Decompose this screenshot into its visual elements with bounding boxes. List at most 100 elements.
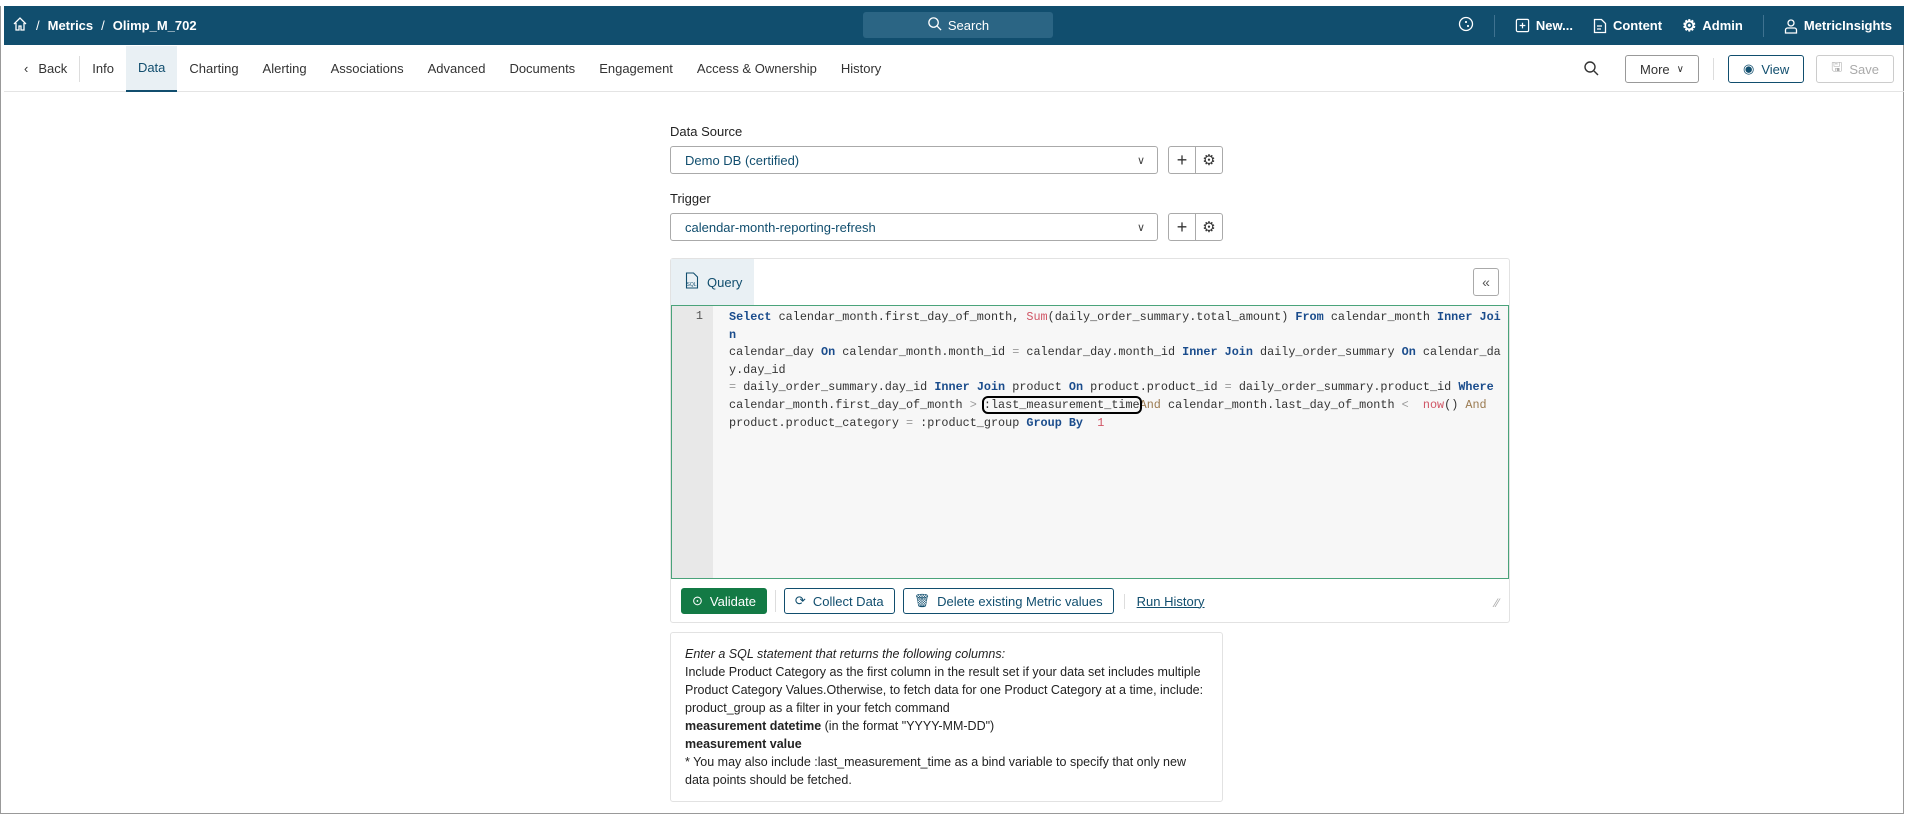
sql-token: On xyxy=(1068,380,1084,395)
collect-data-label: Collect Data xyxy=(812,593,884,609)
help-note: * You may also include :last_measurement… xyxy=(685,755,1186,787)
breadcrumb-metrics[interactable]: Metrics xyxy=(48,18,94,33)
tab-info[interactable]: Info xyxy=(80,46,126,92)
sql-token: calendar_month.month_id xyxy=(842,345,1013,360)
view-button[interactable]: ◉ View xyxy=(1727,55,1805,83)
sql-token: Where xyxy=(1458,380,1494,395)
sql-editor[interactable]: 1 Select calendar_month.first_day_of_mon… xyxy=(671,305,1509,579)
divider xyxy=(1762,14,1764,37)
document-icon xyxy=(1593,18,1607,33)
sql-token: Sum xyxy=(1026,310,1048,324)
divider xyxy=(774,590,776,612)
gear-icon: ⚙ xyxy=(1682,17,1697,35)
chevron-down-icon: ∨ xyxy=(1676,63,1684,75)
divider xyxy=(1493,14,1495,37)
breadcrumb-separator: / xyxy=(36,18,40,33)
sql-token: product.product_category xyxy=(729,415,899,430)
validate-label: Validate xyxy=(709,593,756,609)
data-source-actions: + ⚙ xyxy=(1168,146,1223,174)
back-button[interactable]: ‹ Back xyxy=(4,55,81,82)
admin-button[interactable]: ⚙ Admin xyxy=(1682,16,1743,36)
sql-token: Group By xyxy=(1026,415,1084,430)
validate-button[interactable]: ⊙ Validate xyxy=(681,588,767,614)
sql-token: (daily_order_summary.total_amount) xyxy=(1047,310,1296,324)
add-data-source-button[interactable]: + xyxy=(1169,147,1195,173)
sql-token: On xyxy=(1401,345,1416,360)
sql-token: () xyxy=(1444,397,1466,412)
sql-token: = xyxy=(729,380,737,395)
sql-token: = xyxy=(1224,380,1232,395)
tab-history[interactable]: History xyxy=(829,46,893,92)
content-label: Content xyxy=(1612,18,1663,33)
add-trigger-button[interactable]: + xyxy=(1169,214,1195,240)
new-label: New... xyxy=(1535,18,1573,33)
save-button[interactable]: 🖫 Save xyxy=(1816,55,1894,83)
tab-charting[interactable]: Charting xyxy=(177,46,250,92)
sql-token: daily_order_summary.product_id xyxy=(1238,380,1459,395)
tab-engagement[interactable]: Engagement xyxy=(587,46,685,92)
run-history-link[interactable]: Run History xyxy=(1123,593,1205,609)
sql-token: = xyxy=(905,415,914,430)
chevron-down-icon: ∨ xyxy=(1136,221,1145,234)
sql-token: Select xyxy=(729,310,772,324)
line-numbers: 1 xyxy=(672,306,713,578)
top-header: / Metrics / Olimp_M_702 Search New... Co… xyxy=(4,6,1904,45)
admin-label: Admin xyxy=(1702,18,1743,33)
trigger-value: calendar-month-reporting-refresh xyxy=(685,219,876,235)
new-button[interactable]: New... xyxy=(1515,18,1573,33)
search-button[interactable]: Search xyxy=(863,12,1053,38)
sql-code[interactable]: Select calendar_month.first_day_of_month… xyxy=(729,309,1504,432)
home-icon[interactable] xyxy=(12,16,28,35)
tab-query[interactable]: SQL Query xyxy=(671,259,754,305)
data-source-settings-button[interactable]: ⚙ xyxy=(1195,147,1222,173)
save-icon: 🖫 xyxy=(1831,59,1843,74)
tab-bar: ‹ Back Info Data Charting Alerting Associ… xyxy=(4,45,1904,92)
tab-access-ownership[interactable]: Access & Ownership xyxy=(685,46,829,92)
line-number: 1 xyxy=(695,309,703,323)
breadcrumb-current: Olimp_M_702 xyxy=(112,18,197,33)
tab-alerting[interactable]: Alerting xyxy=(251,46,319,92)
sql-help-box: Enter a SQL statement that returns the f… xyxy=(670,632,1223,802)
tab-data[interactable]: Data xyxy=(125,45,178,92)
trigger-settings-button[interactable]: ⚙ xyxy=(1195,214,1222,240)
back-label: Back xyxy=(38,61,68,76)
sql-token: product.product_id xyxy=(1090,380,1225,395)
query-panel: SQL Query « 1 Select calendar_month.first… xyxy=(670,258,1510,623)
help-datetime: measurement datetime (in the format "YYY… xyxy=(685,717,1208,735)
collect-data-button[interactable]: ⟳ Collect Data xyxy=(783,588,895,614)
sql-token: calendar_month.last_day_of_month xyxy=(1167,397,1402,412)
help-line: Include Product Category as the first co… xyxy=(685,665,1204,715)
chevron-left-icon: ‹ xyxy=(24,61,29,76)
search-label: Search xyxy=(947,17,990,33)
sql-token: And xyxy=(1465,397,1487,412)
sql-file-icon: SQL xyxy=(685,272,699,292)
sql-token: = xyxy=(1012,345,1020,360)
search-icon xyxy=(927,16,942,34)
delete-metric-values-button[interactable]: 🗑 Delete existing Metric values xyxy=(902,588,1114,614)
more-label: More xyxy=(1640,61,1670,77)
refresh-icon: ⟳ xyxy=(794,593,806,608)
data-source-label: Data Source xyxy=(670,124,743,139)
sql-token: On xyxy=(821,345,836,360)
assistant-icon[interactable] xyxy=(1458,16,1474,35)
data-source-select[interactable]: Demo DB (certified) ∨ xyxy=(670,146,1158,174)
tab-associations[interactable]: Associations xyxy=(319,46,416,92)
trigger-select[interactable]: calendar-month-reporting-refresh ∨ xyxy=(670,213,1158,241)
help-datetime-rest: (in the format "YYYY-MM-DD") xyxy=(821,719,995,733)
help-datetime-bold: measurement datetime xyxy=(685,719,822,733)
tab-advanced[interactable]: Advanced xyxy=(416,46,498,92)
content-button[interactable]: Content xyxy=(1593,18,1662,34)
user-menu[interactable]: MetricInsights xyxy=(1784,18,1892,34)
breadcrumb-separator: / xyxy=(101,18,105,33)
collapse-button[interactable]: « xyxy=(1473,268,1499,296)
help-value: measurement value xyxy=(685,737,802,751)
sql-token: Inner Join xyxy=(934,380,1006,395)
sql-token: > xyxy=(969,397,977,412)
view-label: View xyxy=(1761,61,1790,77)
sql-token: now xyxy=(1415,397,1445,412)
resize-handle[interactable]: ⁄⁄ xyxy=(1495,596,1499,610)
search-icon[interactable] xyxy=(1583,60,1599,79)
tab-documents[interactable]: Documents xyxy=(497,46,587,92)
more-button[interactable]: More ∨ xyxy=(1625,55,1699,83)
data-source-value: Demo DB (certified) xyxy=(685,152,800,168)
